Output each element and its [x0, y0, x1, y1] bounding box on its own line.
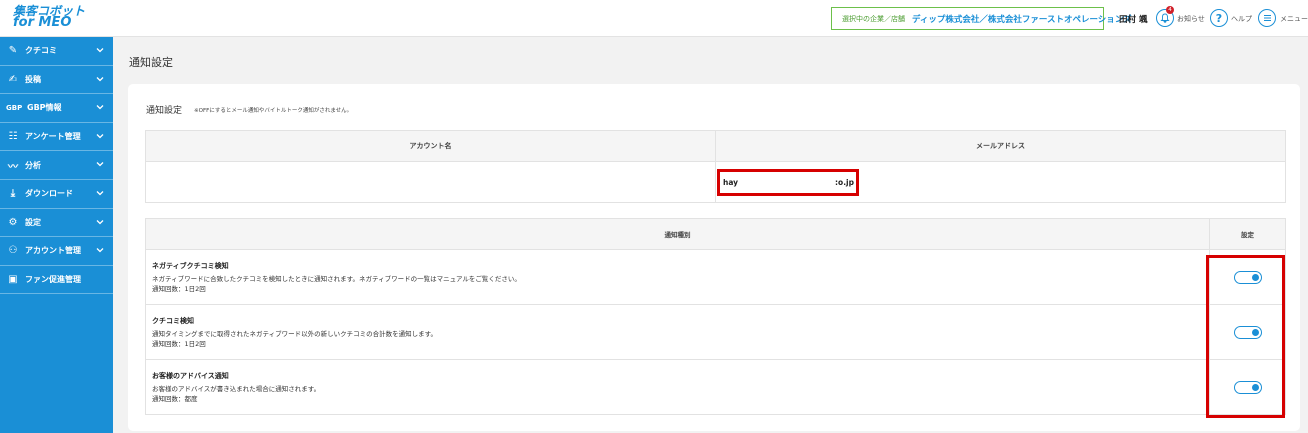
notification-description: お客様のアドバイスが書き込まれた場合に通知されます。: [152, 384, 321, 393]
notification-title: クチコミ検知: [152, 316, 194, 325]
notification-count-badge: 4: [1166, 6, 1174, 14]
chevron-down-icon: [96, 160, 104, 169]
notification-title: ネガティブクチコミ検知: [152, 261, 229, 270]
notification-description: ネガティブワードに合致したクチコミを検知したときに通知されます。ネガティブワード…: [152, 274, 521, 283]
setting-cell: [1209, 304, 1286, 360]
email-cell: hay :o.jp: [715, 161, 1286, 203]
setting-cell: [1209, 359, 1286, 415]
survey-icon: ☷: [8, 131, 18, 143]
sidebar-item-review[interactable]: ✎ クチコミ: [0, 37, 113, 66]
toggle-knob: [1251, 273, 1259, 281]
sidebar-item-post[interactable]: ✍ 投稿: [0, 66, 113, 95]
logo-line2: for MEO: [13, 15, 72, 30]
notification-toggle[interactable]: [1233, 325, 1262, 339]
col-account-header: アカウント名: [145, 130, 716, 162]
sidebar-item-label: クチコミ: [25, 46, 57, 56]
help-label[interactable]: ヘルプ: [1231, 14, 1252, 24]
company-label: 選択中の企業／店舗: [842, 14, 905, 23]
sidebar-item-analysis[interactable]: 〰分析: [0, 151, 113, 180]
notification-type-cell: クチコミ検知通知タイミングまでに取得されたネガティブワード以外の新しいクチコミの…: [145, 304, 1210, 360]
chevron-down-icon: [96, 246, 104, 255]
section-title: 通知設定: [146, 106, 183, 116]
email-highlight-box: hay :o.jp: [717, 169, 859, 196]
sidebar-item-survey[interactable]: ☷ アンケート管理: [0, 123, 113, 152]
account-icon: ⚇: [8, 245, 18, 257]
chevron-down-icon: [96, 46, 104, 55]
col-setting-header: 設定: [1209, 218, 1286, 250]
settings-panel: 通知設定 ※OFFにするとメール通知やバイトルトーク通知がされません。 アカウン…: [128, 84, 1300, 431]
help-icon[interactable]: ?: [1210, 9, 1228, 27]
toggle-knob: [1251, 383, 1259, 391]
table-row: ネガティブクチコミ検知ネガティブワードに合致したクチコミを検知したときに通知され…: [145, 249, 1286, 305]
email-end: :o.jp: [835, 178, 854, 187]
notification-toggle[interactable]: [1233, 270, 1262, 284]
company-value: ディップ株式会社／株式会社ファーストオペレーションズ: [912, 14, 1132, 25]
sidebar-item-label: 投稿: [25, 74, 41, 84]
sidebar-item-gbp[interactable]: GBP GBP情報: [0, 94, 113, 123]
sidebar-item-account[interactable]: ⚇ アカウント管理: [0, 237, 113, 266]
chevron-down-icon: [96, 103, 104, 112]
section-note: ※OFFにするとメール通知やバイトルトーク通知がされません。: [194, 108, 353, 114]
chevron-down-icon: [96, 132, 104, 141]
sidebar-nav: ✎ クチコミ ✍ 投稿 GBP GBP情報 ☷ アンケート管理〰分析 ⤓ ダウンロード ⚙ 設定 ⚇ アカ…: [0, 37, 113, 433]
account-table: アカウント名 メールアドレス hay :o.jp: [145, 130, 1286, 203]
chevron-down-icon: [96, 75, 104, 84]
fan-card-icon: ▣: [8, 274, 18, 286]
sidebar-item-label: アカウント管理: [25, 246, 81, 256]
review-icon: ✎: [8, 45, 18, 57]
sidebar-item-label: GBP情報: [27, 103, 62, 113]
col-email-header: メールアドレス: [715, 130, 1286, 162]
page-title: 通知設定: [129, 56, 173, 69]
toggle-knob: [1251, 328, 1259, 336]
sidebar-item-label: ダウンロード: [25, 189, 73, 199]
notification-toggle[interactable]: [1233, 380, 1262, 394]
sidebar-item-label: 分析: [25, 160, 41, 170]
table-row: クチコミ検知通知タイミングまでに取得されたネガティブワード以外の新しいクチコミの…: [145, 304, 1286, 360]
email-start: hay: [723, 178, 739, 187]
notification-frequency: 通知回数：1日2回: [152, 339, 206, 348]
download-icon: ⤓: [10, 188, 16, 200]
table-row: お客様のアドバイス通知お客様のアドバイスが書き込まれた場合に通知されます。 通知回…: [145, 359, 1286, 415]
post-icon: ✍: [8, 73, 18, 85]
gbp-icon: GBP: [6, 103, 23, 112]
top-header: 集客コボット for MEO 選択中の企業／店舗 ディップ株式会社／株式会社ファ…: [0, 0, 1308, 37]
sidebar-item-label: アンケート管理: [25, 132, 81, 142]
col-type-header: 通知種別: [145, 218, 1210, 250]
app-logo[interactable]: 集客コボット for MEO: [13, 5, 93, 29]
menu-label[interactable]: メニュー: [1280, 14, 1308, 24]
sidebar-item-label: 設定: [25, 217, 41, 227]
analysis-icon: 〰: [8, 161, 18, 173]
selected-company-box[interactable]: 選択中の企業／店舗 ディップ株式会社／株式会社ファーストオペレーションズ: [831, 7, 1132, 30]
chevron-down-icon: [96, 218, 104, 227]
sidebar-item-gear[interactable]: ⚙ 設定: [0, 209, 113, 238]
notification-description: 通知タイミングまでに取得されたネガティブワード以外の新しいクチコミの合計数を通知…: [152, 329, 437, 338]
gear-icon: ⚙: [8, 216, 18, 228]
notification-frequency: 通知回数：1日2回: [152, 284, 206, 293]
sidebar-item-fan-card[interactable]: ▣ ファン促進管理: [0, 266, 113, 295]
notification-table: 通知種別 設定 ネガティブクチコミ検知ネガティブワードに合致したクチコミを検知し…: [145, 218, 1286, 415]
notification-type-cell: ネガティブクチコミ検知ネガティブワードに合致したクチコミを検知したときに通知され…: [145, 249, 1210, 305]
notification-label[interactable]: お知らせ: [1177, 14, 1205, 24]
menu-icon[interactable]: [1258, 9, 1276, 27]
table-row: hay :o.jp: [145, 161, 1286, 203]
notification-frequency: 通知回数：都度: [152, 394, 198, 403]
notification-title: お客様のアドバイス通知: [152, 371, 229, 380]
setting-cell: [1209, 249, 1286, 305]
username: 田村 颯: [1119, 15, 1148, 25]
notification-type-cell: お客様のアドバイス通知お客様のアドバイスが書き込まれた場合に通知されます。 通知回…: [145, 359, 1210, 415]
chevron-down-icon: [96, 189, 104, 198]
account-name-cell: [145, 161, 716, 203]
sidebar-item-label: ファン促進管理: [25, 275, 81, 285]
sidebar-item-download[interactable]: ⤓ ダウンロード: [0, 180, 113, 209]
